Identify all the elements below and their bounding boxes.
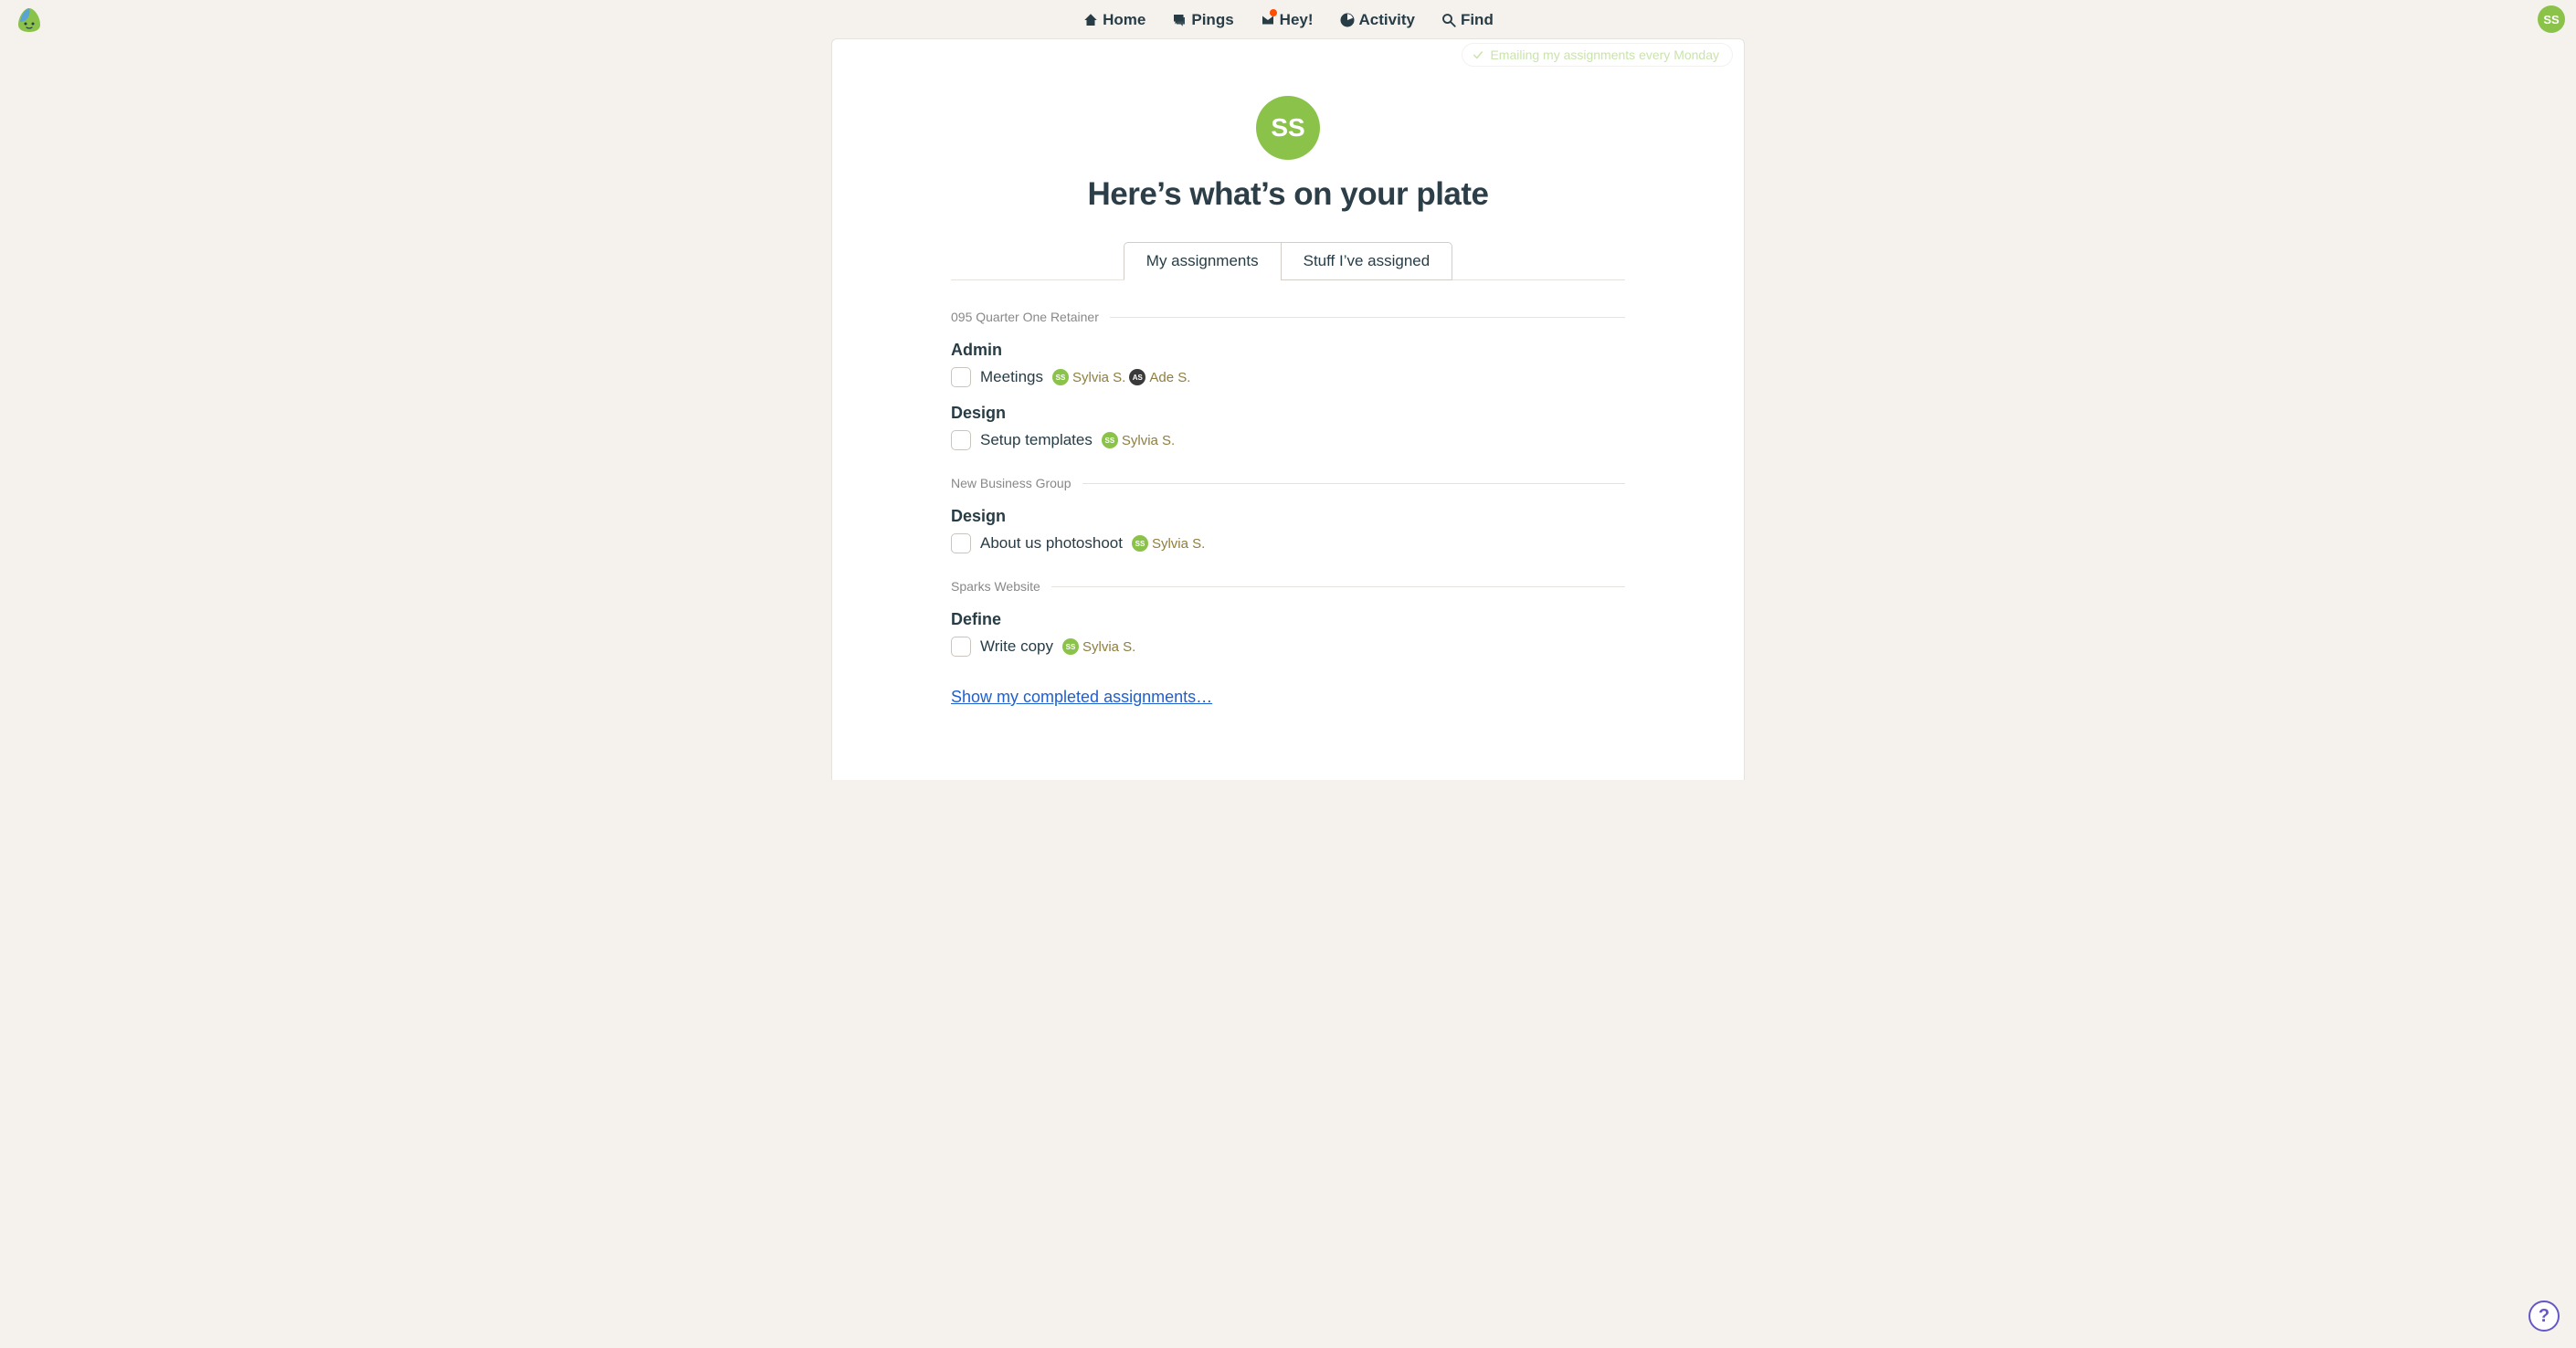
list-title[interactable]: Design [951, 507, 1625, 526]
todo-row: Write copy SS Sylvia S. [951, 637, 1625, 657]
todo-checkbox[interactable] [951, 637, 971, 657]
search-icon [1441, 12, 1457, 28]
assignees: SS Sylvia S. AS Ade S. [1052, 369, 1190, 385]
banner-text: Emailing my assignments every Monday [1490, 47, 1719, 62]
todo-row: Meetings SS Sylvia S. AS Ade S. [951, 367, 1625, 387]
todo-row: About us photoshoot SS Sylvia S. [951, 533, 1625, 553]
top-nav: Home Pings Hey! Activity Find SS [0, 0, 2576, 40]
project-name[interactable]: New Business Group [951, 476, 1082, 490]
assignee-name: Ade S. [1149, 370, 1190, 385]
tabs: My assignments Stuff I’ve assigned [832, 242, 1744, 280]
assignee-name: Sylvia S. [1152, 536, 1205, 552]
show-completed-link[interactable]: Show my completed assignments… [951, 688, 1212, 707]
main-card: Emailing my assignments every Monday SS … [831, 38, 1745, 780]
nav-find-label: Find [1461, 11, 1494, 29]
assignee[interactable]: SS Sylvia S. [1132, 535, 1205, 552]
todo-checkbox[interactable] [951, 533, 971, 553]
notification-dot-icon [1270, 9, 1277, 16]
nav-hey-label: Hey! [1280, 11, 1314, 29]
profile-avatar[interactable]: SS [1256, 96, 1320, 160]
assignee-avatar-icon: SS [1132, 535, 1148, 552]
page-title: Here’s what’s on your plate [1087, 176, 1488, 213]
project-name[interactable]: Sparks Website [951, 579, 1051, 594]
todo-checkbox[interactable] [951, 430, 971, 450]
todo-title[interactable]: About us photoshoot [980, 534, 1123, 553]
project-name[interactable]: 095 Quarter One Retainer [951, 310, 1110, 324]
assignee[interactable]: AS Ade S. [1129, 369, 1190, 385]
assignee-name: Sylvia S. [1072, 370, 1125, 385]
assignments-content: 095 Quarter One Retainer Admin Meetings … [832, 280, 1744, 707]
tab-my-assignments[interactable]: My assignments [1124, 242, 1281, 280]
assignees: SS Sylvia S. [1062, 638, 1135, 655]
nav-activity[interactable]: Activity [1339, 11, 1415, 29]
activity-icon [1339, 12, 1356, 28]
list-title[interactable]: Design [951, 404, 1625, 423]
nav-pings[interactable]: Pings [1171, 11, 1233, 29]
project-block: New Business Group Design About us photo… [951, 476, 1625, 553]
assignee-avatar-icon: SS [1102, 432, 1118, 448]
assignee[interactable]: SS Sylvia S. [1062, 638, 1135, 655]
home-icon [1082, 12, 1099, 28]
assignee-name: Sylvia S. [1082, 639, 1135, 655]
user-avatar[interactable]: SS [2538, 5, 2565, 33]
assignee[interactable]: SS Sylvia S. [1102, 432, 1175, 448]
pings-icon [1171, 12, 1188, 28]
todo-row: Setup templates SS Sylvia S. [951, 430, 1625, 450]
project-block: 095 Quarter One Retainer Admin Meetings … [951, 310, 1625, 450]
nav-find[interactable]: Find [1441, 11, 1494, 29]
assignee-name: Sylvia S. [1122, 433, 1175, 448]
nav-home-label: Home [1103, 11, 1145, 29]
assignee[interactable]: SS Sylvia S. [1052, 369, 1125, 385]
nav-activity-label: Activity [1359, 11, 1415, 29]
help-button[interactable]: ? [2528, 1301, 2560, 1332]
project-block: Sparks Website Define Write copy SS Sylv… [951, 579, 1625, 657]
todo-title[interactable]: Setup templates [980, 431, 1093, 449]
list-title[interactable]: Define [951, 610, 1625, 629]
todo-title[interactable]: Meetings [980, 368, 1043, 386]
logo[interactable] [15, 5, 44, 35]
todo-checkbox[interactable] [951, 367, 971, 387]
email-schedule-banner[interactable]: Emailing my assignments every Monday [1462, 43, 1733, 67]
assignee-avatar-icon: AS [1129, 369, 1145, 385]
assignees: SS Sylvia S. [1102, 432, 1175, 448]
check-icon [1472, 48, 1484, 61]
assignees: SS Sylvia S. [1132, 535, 1205, 552]
assignee-avatar-icon: SS [1062, 638, 1079, 655]
todo-title[interactable]: Write copy [980, 637, 1053, 656]
nav-hey[interactable]: Hey! [1260, 11, 1314, 29]
nav-home[interactable]: Home [1082, 11, 1145, 29]
nav-pings-label: Pings [1191, 11, 1233, 29]
tab-stuff-assigned[interactable]: Stuff I’ve assigned [1281, 242, 1453, 280]
assignee-avatar-icon: SS [1052, 369, 1069, 385]
list-title[interactable]: Admin [951, 341, 1625, 360]
